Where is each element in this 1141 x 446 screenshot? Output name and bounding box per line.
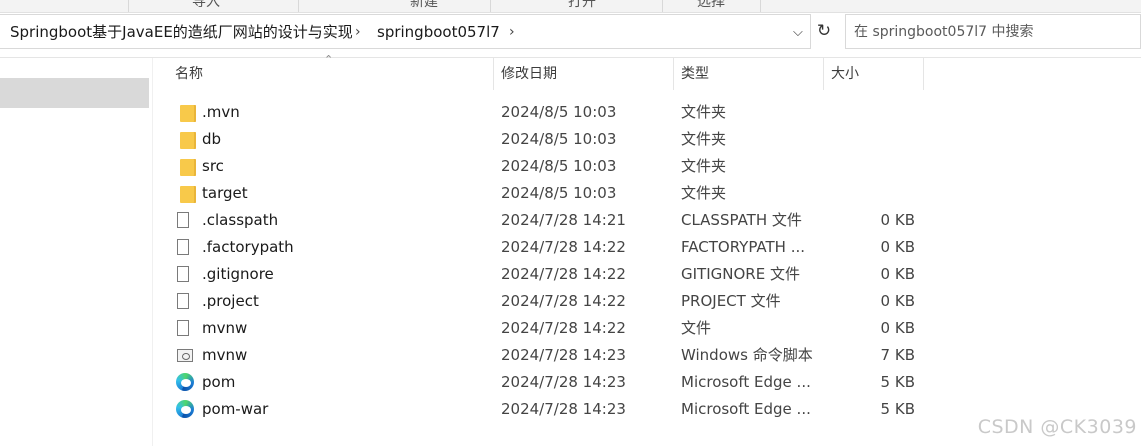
file-name: .mvn [202, 103, 240, 121]
file-date: 2024/8/5 10:03 [501, 157, 617, 175]
ribbon-new-button[interactable]: 新建 [410, 0, 438, 11]
file-row[interactable]: pom 2024/7/28 14:23 Microsoft Edge ... 5 KB [170, 369, 930, 396]
file-type: 文件 [681, 319, 712, 337]
ribbon-separator [760, 0, 761, 12]
file-size: 0 KB [880, 211, 915, 229]
file-row[interactable]: src 2024/8/5 10:03 文件夹 [170, 153, 930, 180]
file-row[interactable]: .gitignore 2024/7/28 14:22 GITIGNORE 文件 0 K… [170, 261, 930, 288]
column-divider[interactable] [673, 58, 674, 90]
file-name: .classpath [202, 211, 279, 229]
file-type: CLASSPATH 文件 [681, 211, 802, 229]
file-type: 文件夹 [681, 157, 727, 175]
file-row[interactable]: pom-war 2024/7/28 14:23 Microsoft Edge ...… [170, 396, 930, 423]
file-name: mvnw [202, 319, 248, 337]
file-type: 文件夹 [681, 184, 727, 202]
file-size: 7 KB [880, 346, 915, 364]
ribbon-select-button[interactable]: 选择 [697, 0, 725, 11]
ribbon-separator [128, 0, 129, 12]
chevron-right-icon[interactable]: › [355, 15, 361, 50]
file-name: target [202, 184, 248, 202]
file-row[interactable]: target 2024/8/5 10:03 文件夹 [170, 180, 930, 207]
history-dropdown-icon[interactable]: ⌵ [793, 15, 803, 50]
ribbon-separator [298, 0, 299, 12]
column-header-date[interactable]: 修改日期 [501, 58, 557, 90]
file-row[interactable]: .classpath 2024/7/28 14:21 CLASSPATH 文件 0 K… [170, 207, 930, 234]
file-size: 0 KB [880, 319, 915, 337]
edge-icon [176, 373, 194, 391]
file-size: 0 KB [880, 238, 915, 256]
file-date: 2024/7/28 14:23 [501, 400, 626, 418]
file-row[interactable]: db 2024/8/5 10:03 文件夹 [170, 126, 930, 153]
edge-icon [176, 400, 194, 418]
file-date: 2024/7/28 14:22 [501, 292, 626, 310]
script-icon [177, 349, 193, 362]
file-row[interactable]: .mvn 2024/8/5 10:03 文件夹 [170, 99, 930, 126]
file-size: 5 KB [880, 373, 915, 391]
column-header-name[interactable]: 名称 [175, 58, 203, 90]
ribbon-open-button[interactable]: 打开 [568, 0, 596, 11]
file-size: 0 KB [880, 265, 915, 283]
file-type: PROJECT 文件 [681, 292, 781, 310]
file-icon [177, 320, 189, 336]
folder-icon [180, 105, 196, 122]
column-divider[interactable] [493, 58, 494, 90]
file-icon [177, 266, 189, 282]
file-name: .gitignore [202, 265, 274, 283]
file-row[interactable]: mvnw 2024/7/28 14:22 文件 0 KB [170, 315, 930, 342]
chevron-right-icon[interactable]: › [509, 15, 515, 50]
file-date: 2024/7/28 14:22 [501, 265, 626, 283]
file-date: 2024/7/28 14:23 [501, 373, 626, 391]
file-date: 2024/7/28 14:22 [501, 319, 626, 337]
file-size: 0 KB [880, 292, 915, 310]
file-row[interactable]: .project 2024/7/28 14:22 PROJECT 文件 0 KB [170, 288, 930, 315]
column-header-type[interactable]: 类型 [681, 58, 709, 90]
address-bar[interactable]: Springboot基于JavaEE的造纸厂网站的设计与实现 › springb… [0, 14, 811, 49]
folder-icon [180, 186, 196, 203]
file-name: db [202, 130, 222, 148]
file-date: 2024/7/28 14:22 [501, 238, 626, 256]
file-name: .project [202, 292, 259, 310]
ribbon-separator [490, 0, 491, 12]
file-icon [177, 293, 189, 309]
folder-icon [180, 132, 196, 149]
file-type: 文件夹 [681, 103, 727, 121]
folder-icon [180, 159, 196, 176]
refresh-icon[interactable]: ↻ [813, 14, 835, 49]
navigation-pane [0, 58, 153, 446]
file-name: pom [202, 373, 236, 391]
breadcrumb-item-current[interactable]: springboot057l7 [377, 15, 500, 50]
file-type: GITIGNORE 文件 [681, 265, 800, 283]
file-type: 文件夹 [681, 130, 727, 148]
file-date: 2024/8/5 10:03 [501, 103, 617, 121]
column-divider[interactable] [823, 58, 824, 90]
file-date: 2024/8/5 10:03 [501, 130, 617, 148]
ribbon-separator [662, 0, 663, 12]
file-icon [177, 212, 189, 228]
file-name: src [202, 157, 224, 175]
file-date: 2024/8/5 10:03 [501, 184, 617, 202]
column-header-size[interactable]: 大小 [831, 58, 859, 90]
nav-selected-item[interactable] [0, 78, 149, 108]
divider [0, 57, 1141, 58]
breadcrumb-item-parent[interactable]: Springboot基于JavaEE的造纸厂网站的设计与实现 [10, 15, 353, 50]
file-name: .factorypath [202, 238, 294, 256]
search-input[interactable] [845, 14, 1141, 49]
ribbon-import-button[interactable]: 导入 [192, 0, 220, 11]
file-type: FACTORYPATH ... [681, 238, 806, 256]
file-date: 2024/7/28 14:23 [501, 346, 626, 364]
file-name: mvnw [202, 346, 248, 364]
file-icon [177, 239, 189, 255]
column-divider[interactable] [923, 58, 924, 90]
file-type: Windows 命令脚本 [681, 346, 813, 364]
file-type: Microsoft Edge ... [681, 400, 811, 418]
file-type: Microsoft Edge ... [681, 373, 811, 391]
file-name: pom-war [202, 400, 269, 418]
sort-ascending-icon: ⌃ [324, 53, 334, 66]
watermark: CSDN @CK3039 [977, 416, 1137, 438]
file-row[interactable]: mvnw 2024/7/28 14:23 Windows 命令脚本 7 KB [170, 342, 930, 369]
file-size: 5 KB [880, 400, 915, 418]
file-row[interactable]: .factorypath 2024/7/28 14:22 FACTORYPATH .… [170, 234, 930, 261]
ribbon: 导入 新建 打开 选择 [0, 0, 1141, 13]
file-date: 2024/7/28 14:21 [501, 211, 626, 229]
